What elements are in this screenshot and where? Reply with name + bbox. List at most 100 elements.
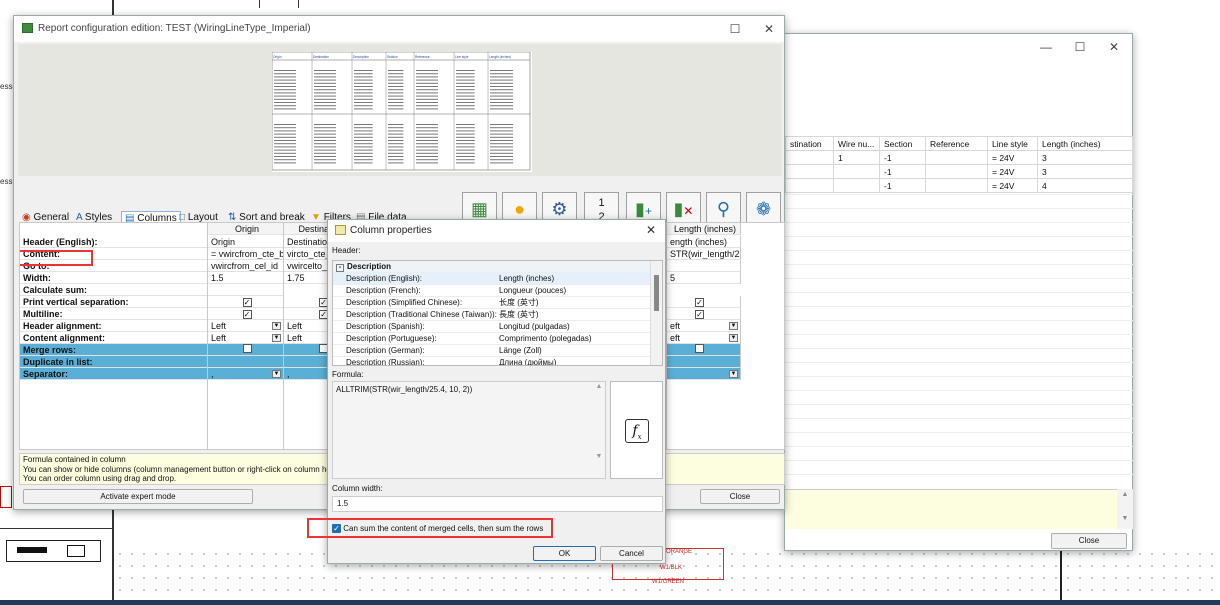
preview-text-line <box>416 156 438 157</box>
column-length[interactable]: Length (inches) ength (inches) STR(wir_l… <box>666 223 741 449</box>
activate-expert-mode-button[interactable]: Activate expert mode <box>23 489 253 504</box>
scroll-thumb[interactable] <box>654 275 659 311</box>
length-width-value[interactable]: 5 <box>667 272 741 284</box>
table-row[interactable]: 1 -1 = 24V 3 <box>785 150 1133 165</box>
origin-merge-rows[interactable] <box>208 344 284 356</box>
preview-text-line <box>416 152 438 154</box>
row-value[interactable]: Длина (дюймы) <box>499 357 556 365</box>
origin-duplicate[interactable] <box>208 356 284 368</box>
checkbox[interactable]: ✓ <box>695 310 704 319</box>
row-value[interactable]: 长度 (英寸) <box>499 297 539 308</box>
description-row-spanish[interactable]: Description (Spanish): Longitud (pulgadas… <box>333 321 662 333</box>
length-content-value[interactable]: STR(wir_length/25.4 <box>667 248 741 260</box>
row-value[interactable]: Länge (Zoll) <box>499 345 542 356</box>
preview-text-line <box>274 105 296 107</box>
cancel-button[interactable]: Cancel <box>600 546 663 561</box>
preview-text-line <box>388 86 404 87</box>
preview-text-line <box>274 136 296 138</box>
preview-border <box>271 51 531 171</box>
preview-text-line <box>456 73 475 75</box>
checkbox[interactable] <box>242 344 252 353</box>
chevron-down-icon[interactable]: ▼ <box>729 334 738 342</box>
checkbox[interactable]: ✓ <box>695 298 704 307</box>
column-origin[interactable]: Origin Origin = vwircfrom_cte_bi vwircfr… <box>207 223 284 449</box>
length-multiline-value[interactable]: ✓ <box>667 308 741 320</box>
origin-sum-value[interactable] <box>208 284 284 296</box>
description-row-french[interactable]: Description (French):Longueur (pouces)․ <box>333 285 662 297</box>
origin-goto-value[interactable]: vwircfrom_cel_id <box>208 260 284 272</box>
description-row-german[interactable]: Description (German):Länge (Zoll)․ <box>333 345 662 357</box>
cad-border-line <box>0 528 112 529</box>
ok-button[interactable]: OK <box>533 546 596 561</box>
close-icon[interactable]: ✕ <box>646 223 656 237</box>
table-row[interactable]: -1 = 24V 4 <box>785 178 1133 193</box>
table-row[interactable]: -1 = 24V 3 <box>785 164 1133 179</box>
row-value[interactable]: Longueur (pouces) <box>499 285 566 296</box>
formula-function-button[interactable]: fx <box>610 381 663 479</box>
column-header[interactable]: Origin <box>208 223 284 235</box>
column-header[interactable]: Line style <box>987 136 1038 151</box>
column-header[interactable]: Reference <box>925 136 988 151</box>
row-value[interactable]: Longitud (pulgadas) <box>499 321 570 332</box>
column-width-input[interactable]: 1.5 <box>332 496 663 512</box>
origin-multiline-value[interactable]: ✓ <box>208 308 284 320</box>
length-duplicate[interactable] <box>667 356 741 368</box>
scrollbar[interactable]: ▲ ▼ <box>1117 489 1133 529</box>
chevron-down-icon[interactable]: ▼ <box>729 370 738 378</box>
maximize-button[interactable]: ☐ <box>718 16 752 42</box>
origin-content-value[interactable]: = vwircfrom_cte_bi <box>208 248 284 260</box>
preview-text-line <box>314 108 336 110</box>
length-vsep-value[interactable]: ✓ <box>667 296 741 308</box>
preview-column-header: Section <box>387 55 398 59</box>
prop-width: Width: <box>20 272 207 284</box>
column-header[interactable]: Length (inches) <box>667 223 741 235</box>
preview-column-header: Line style <box>455 55 469 59</box>
length-goto-value[interactable] <box>667 260 741 272</box>
description-row-traditional-chinese[interactable]: Description (Traditional Chinese (Taiwan… <box>333 309 662 321</box>
length-merge-rows[interactable] <box>667 344 741 356</box>
scrollbar[interactable]: ▲ ▼ <box>593 382 605 478</box>
chevron-down-icon[interactable]: ▼ <box>729 322 738 330</box>
row-value[interactable]: Comprimento (polegadas) <box>499 333 592 344</box>
description-row-english[interactable]: Description (English):Length (inches)․ <box>333 273 662 285</box>
header-label: Header: <box>332 246 361 255</box>
column-header[interactable]: stination <box>785 136 834 151</box>
preview-text-line <box>274 127 296 129</box>
description-group[interactable]: - Description <box>333 261 662 273</box>
row-value[interactable]: 長度 (英寸) <box>499 309 539 320</box>
collapse-icon[interactable]: - <box>336 264 344 272</box>
preview-text-line <box>314 82 336 84</box>
preview-text-line <box>314 140 336 141</box>
origin-width-value[interactable]: 1.5 <box>208 272 284 284</box>
maximize-button[interactable]: ☐ <box>1063 34 1097 60</box>
description-row-portuguese[interactable]: Description (Portuguese): Comprimento (po… <box>333 333 662 345</box>
checkbox[interactable]: ✓ <box>242 310 252 319</box>
close-window-button[interactable]: ✕ <box>752 16 786 42</box>
row-name: Description (Simplified Chinese): <box>346 298 463 307</box>
checkbox[interactable] <box>695 344 704 353</box>
chevron-down-icon[interactable]: ▼ <box>272 370 281 378</box>
description-row-russian[interactable]: Description (Russian):Длина (дюймы)․ <box>333 357 662 365</box>
close-window-button[interactable]: ✕ <box>1097 34 1131 60</box>
row-name: Description (Spanish): <box>346 322 425 331</box>
chevron-down-icon[interactable]: ▼ <box>272 334 281 342</box>
wire-label: W1/BLK <box>660 565 683 571</box>
row-value[interactable]: Length (inches) <box>499 273 554 284</box>
chevron-down-icon[interactable]: ▼ <box>272 322 281 330</box>
origin-header-value[interactable]: Origin <box>208 236 284 248</box>
column-header[interactable]: Length (inches) <box>1037 136 1133 151</box>
checkbox[interactable]: ✓ <box>242 298 252 307</box>
length-header-value[interactable]: ength (inches) <box>667 236 741 248</box>
formula-editor[interactable]: ALLTRIM(STR(wir_length/25.4, 10, 2)) ▲ ▼ <box>332 381 606 479</box>
formula-text[interactable]: ALLTRIM(STR(wir_length/25.4, 10, 2)) <box>336 385 472 394</box>
close-button[interactable]: Close <box>700 489 780 504</box>
column-header[interactable]: Section <box>879 136 926 151</box>
origin-vsep-value[interactable]: ✓ <box>208 296 284 308</box>
preview-text-line <box>314 133 336 135</box>
minimize-button[interactable]: — <box>1029 34 1063 60</box>
column-header[interactable]: Wire nu... <box>833 136 880 151</box>
scrollbar[interactable] <box>650 261 662 365</box>
close-button[interactable]: Close <box>1051 533 1127 549</box>
description-row-simplified-chinese[interactable]: Description (Simplified Chinese): 长度 (英寸)… <box>333 297 662 309</box>
preview-text-line <box>388 136 404 138</box>
